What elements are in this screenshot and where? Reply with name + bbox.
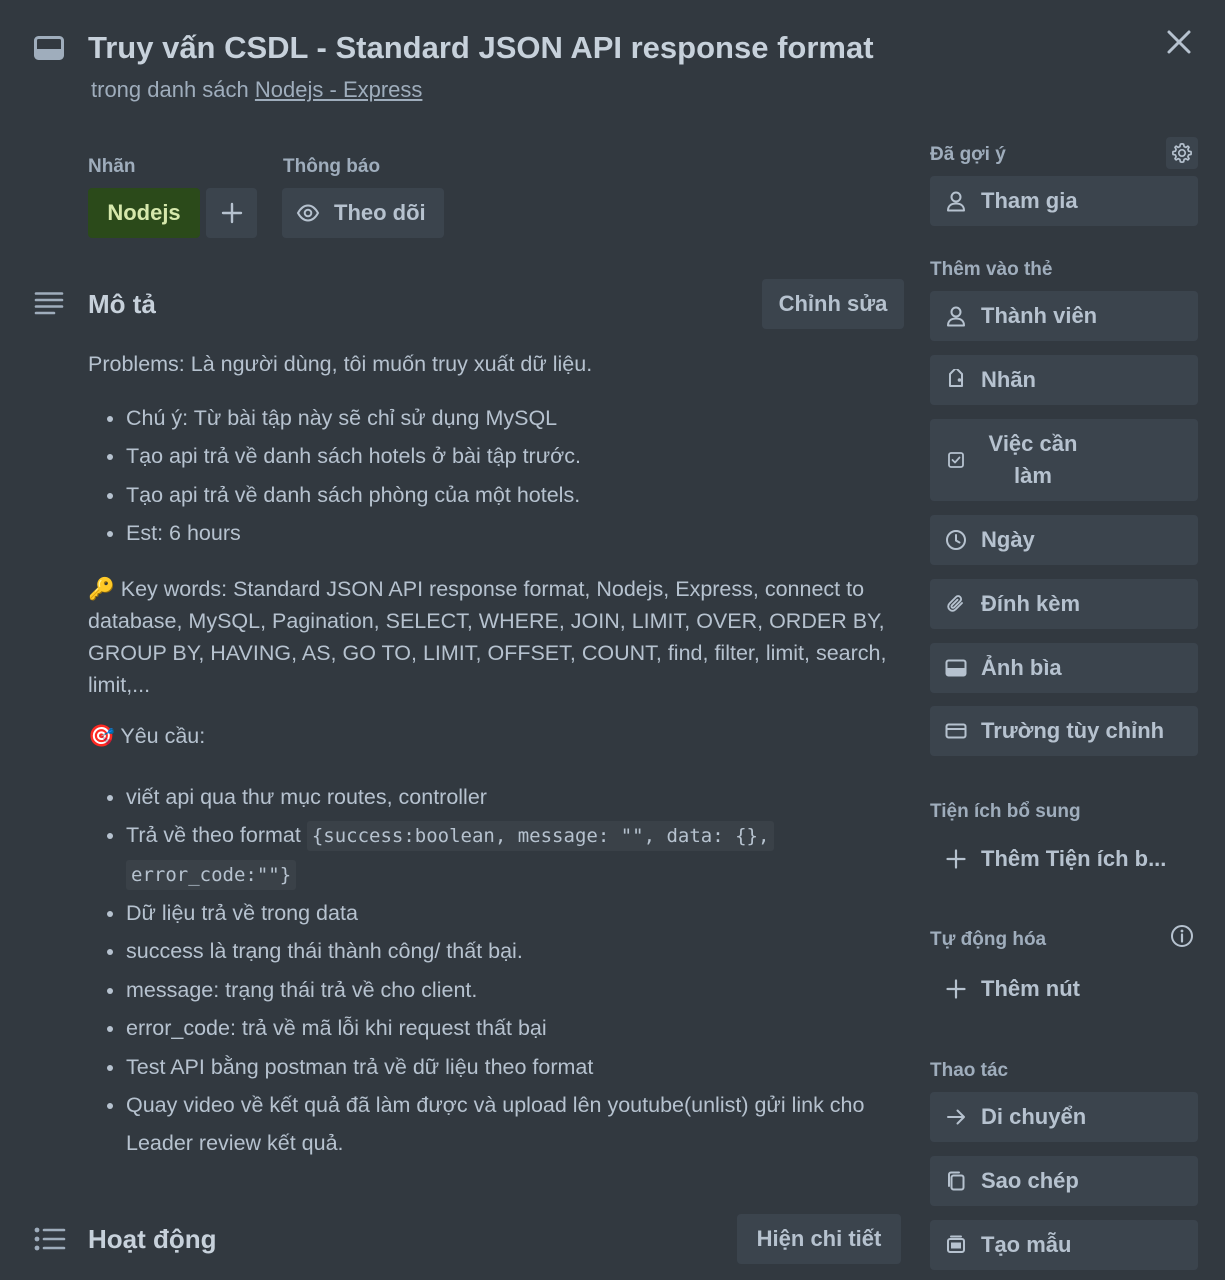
list-item: Est: 6 hours <box>126 514 898 552</box>
info-icon[interactable] <box>1170 924 1194 948</box>
copy-label: Sao chép <box>981 1168 1079 1193</box>
actions-heading: Thao tác <box>930 1060 1009 1081</box>
dates-label: Ngày <box>981 527 1035 552</box>
cover-button[interactable]: Ảnh bìa <box>930 643 1198 693</box>
cover-label: Ảnh bìa <box>981 655 1062 680</box>
suggested-heading: Đã gợi ý <box>930 144 1006 165</box>
watch-label: Theo dõi <box>334 200 426 225</box>
add-button-button[interactable]: Thêm nút <box>930 964 1198 1014</box>
template-button[interactable]: Tạo mẫu <box>930 1220 1198 1270</box>
move-button[interactable]: Di chuyển <box>930 1092 1198 1142</box>
list-item: Dữ liệu trả về trong data <box>126 894 898 932</box>
plus-icon <box>221 202 242 224</box>
custom-fields-icon <box>944 719 968 743</box>
list-link[interactable]: Nodejs - Express <box>255 77 423 102</box>
activity-heading: Hoạt động <box>88 1224 217 1254</box>
copy-icon <box>944 1169 968 1193</box>
list-item: success là trạng thái thành công/ thất b… <box>126 932 898 970</box>
attachment-label: Đính kèm <box>981 591 1081 616</box>
description-heading: Mô tả <box>88 289 156 319</box>
labels-label: Nhãn <box>981 367 1036 392</box>
automation-heading: Tự động hóa <box>930 929 1047 950</box>
key-emoji-icon: 🔑 <box>88 576 115 601</box>
paperclip-icon <box>944 592 968 616</box>
keywords-text: Key words: Standard JSON API response fo… <box>88 576 887 697</box>
subtitle-prefix: trong danh sách <box>91 77 255 102</box>
cover-icon <box>944 656 968 680</box>
label-chip-nodejs[interactable]: Nodejs <box>88 188 200 238</box>
eye-icon <box>296 201 320 225</box>
checkbox-icon <box>944 448 968 472</box>
problems-text: Problems: Là người dùng, tôi muốn truy x… <box>88 352 593 376</box>
notes-list: Chú ý: Từ bài tập này sẽ chỉ sử dụng MyS… <box>88 399 898 553</box>
card-icon <box>34 36 64 60</box>
format-code: error_code:""} <box>126 860 297 891</box>
add-label-button[interactable] <box>206 188 257 238</box>
card-subtitle: trong danh sách Nodejs - Express <box>91 77 422 103</box>
plus-icon <box>944 847 968 871</box>
format-text: Trả về theo format <box>126 823 307 848</box>
list-item: Chú ý: Từ bài tập này sẽ chỉ sử dụng MyS… <box>126 399 898 437</box>
format-code: {success:boolean, message: "", data: {}, <box>306 821 775 852</box>
clock-icon <box>944 528 968 552</box>
target-emoji-icon: 🎯 <box>88 723 115 748</box>
requirements-list: viết api qua thư mục routes, controller … <box>88 778 898 1163</box>
template-label: Tạo mẫu <box>981 1232 1072 1257</box>
add-powerup-button[interactable]: Thêm Tiện ích b... <box>930 834 1198 884</box>
list-item: message: trạng thái trả về cho client. <box>126 971 898 1009</box>
person-icon <box>944 189 968 213</box>
labels-button[interactable]: Nhãn <box>930 355 1198 405</box>
members-button[interactable]: Thành viên <box>930 291 1198 341</box>
template-icon <box>944 1233 968 1257</box>
move-label: Di chuyển <box>981 1104 1087 1129</box>
keywords-paragraph: 🔑 Key words: Standard JSON API response … <box>88 573 898 701</box>
list-item: Tạo api trả về danh sách phòng của một h… <box>126 476 898 514</box>
list-item: error_code: trả về mã lỗi khi request th… <box>126 1009 898 1047</box>
custom-fields-label: Trường tùy chỉnh <box>981 718 1165 743</box>
checklist-button[interactable]: Việc cần làm <box>930 419 1198 501</box>
tag-icon <box>944 368 968 392</box>
add-powerup-label: Thêm Tiện ích b... <box>981 846 1167 871</box>
powerups-heading: Tiện ích bổ sung <box>930 801 1081 822</box>
arrow-right-icon <box>944 1105 968 1129</box>
show-details-button[interactable]: Hiện chi tiết <box>737 1214 901 1264</box>
description-body[interactable]: Problems: Là người dùng, tôi muốn truy x… <box>88 348 898 1163</box>
members-label: Thành viên <box>981 303 1098 328</box>
activity-icon <box>34 1227 66 1251</box>
list-item: Quay video về kết quả đã làm được và upl… <box>126 1086 898 1163</box>
requirements-paragraph: 🎯 Yêu cầu: <box>88 720 898 752</box>
add-to-card-heading: Thêm vào thẻ <box>930 259 1053 280</box>
requirements-text: Yêu cầu: <box>114 723 206 748</box>
add-button-label: Thêm nút <box>981 976 1080 1001</box>
join-label: Tham gia <box>981 188 1078 213</box>
copy-button[interactable]: Sao chép <box>930 1156 1198 1206</box>
description-icon <box>34 291 64 315</box>
card-title[interactable]: Truy vấn CSDL - Standard JSON API respon… <box>88 30 874 66</box>
watch-button[interactable]: Theo dõi <box>282 188 444 238</box>
labels-heading: Nhãn <box>88 156 136 177</box>
list-item: viết api qua thư mục routes, controller <box>126 778 898 816</box>
list-item: Tạo api trả về danh sách hotels ở bài tậ… <box>126 437 898 475</box>
close-icon[interactable] <box>1165 28 1193 56</box>
person-icon <box>944 304 968 328</box>
list-item: Test API bằng postman trả về dữ liệu the… <box>126 1048 898 1086</box>
notifications-heading: Thông báo <box>283 156 381 177</box>
custom-fields-button[interactable]: Trường tùy chỉnh <box>930 706 1198 756</box>
gear-icon[interactable] <box>1166 137 1198 169</box>
list-item: Trả về theo format {success:boolean, mes… <box>126 816 898 894</box>
plus-icon <box>944 977 968 1001</box>
attachment-button[interactable]: Đính kèm <box>930 579 1198 629</box>
edit-description-button[interactable]: Chỉnh sửa <box>762 279 904 329</box>
dates-button[interactable]: Ngày <box>930 515 1198 565</box>
join-button[interactable]: Tham gia <box>930 176 1198 226</box>
checklist-label: Việc cần làm <box>988 431 1078 488</box>
